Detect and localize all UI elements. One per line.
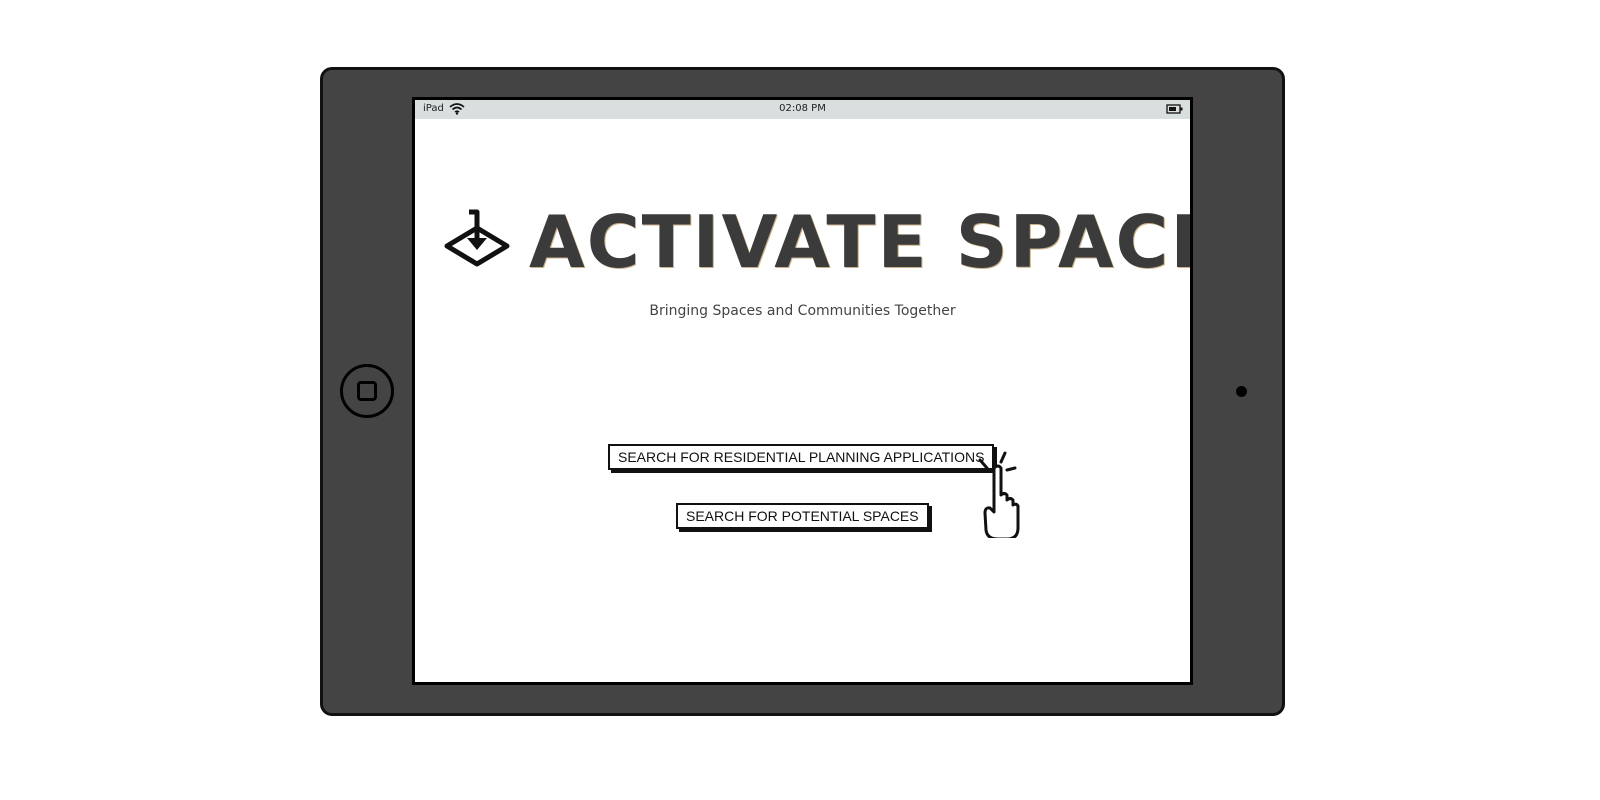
status-time: 02:08 PM — [779, 103, 826, 114]
app-tagline: Bringing Spaces and Communities Together — [649, 303, 956, 319]
search-residential-planning-applications-button[interactable]: SEARCH FOR RESIDENTIAL PLANNING APPLICAT… — [608, 444, 995, 470]
app-title: ACTIVATE SPACE — [529, 200, 1193, 284]
tablet-screen: iPad 02:08 PM ACTIVATE SPACE Bringing Sp… — [412, 97, 1193, 685]
battery-icon — [1166, 104, 1184, 117]
search-potential-spaces-button[interactable]: SEARCH FOR POTENTIAL SPACES — [676, 503, 929, 529]
download-diamond-icon — [441, 206, 513, 274]
home-button-square-icon — [357, 381, 377, 401]
status-bar: iPad 02:08 PM — [415, 100, 1190, 119]
home-button[interactable] — [340, 364, 394, 418]
hand-pointer-click-icon — [965, 448, 1025, 542]
front-camera — [1236, 386, 1247, 397]
app-logo: ACTIVATE SPACE — [441, 202, 1190, 282]
